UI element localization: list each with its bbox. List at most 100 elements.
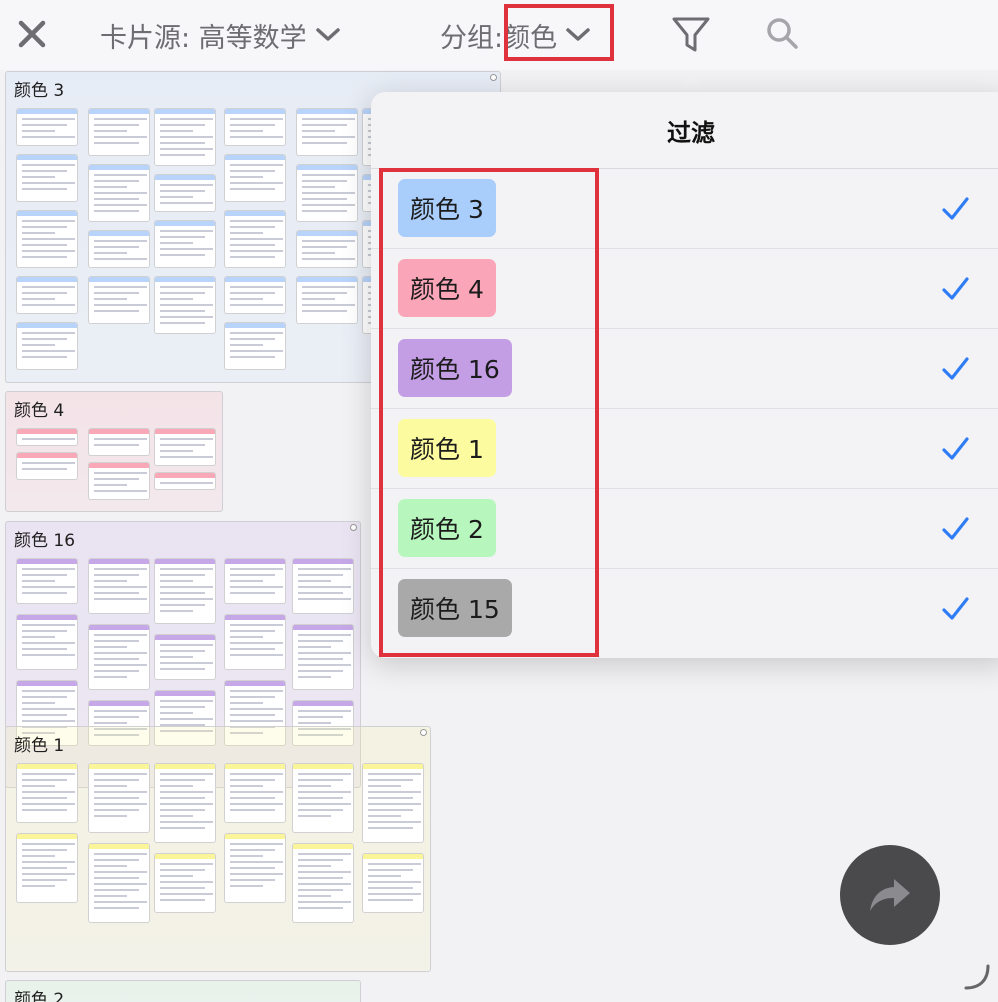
card-text-line: [94, 298, 127, 300]
card-text-line: [94, 292, 139, 294]
group-by-value-dropdown[interactable]: 颜色: [503, 16, 591, 55]
mini-card[interactable]: [224, 833, 286, 903]
filter-option-list: 颜色 3 颜色 4 颜色 16 颜色 1 颜色 2 颜色 15: [371, 169, 998, 649]
mini-card[interactable]: [88, 624, 150, 690]
card-text-line: [230, 630, 275, 632]
mini-card[interactable]: [224, 322, 286, 370]
mini-card[interactable]: [292, 624, 354, 690]
filter-option-color-15[interactable]: 颜色 15: [371, 569, 998, 649]
mini-card[interactable]: [88, 276, 150, 324]
card-color-bar: [89, 764, 149, 769]
card-text-line: [22, 232, 55, 234]
mini-card[interactable]: [16, 276, 78, 314]
card-color-bar: [17, 155, 77, 160]
mini-card[interactable]: [88, 108, 150, 156]
mini-card[interactable]: [362, 763, 424, 843]
card-text-line: [94, 598, 147, 600]
mini-card[interactable]: [224, 154, 286, 202]
mini-card[interactable]: [224, 558, 286, 604]
card-text-line: [230, 226, 275, 228]
mini-card[interactable]: [154, 174, 216, 212]
mini-card[interactable]: [292, 843, 354, 923]
filter-icon[interactable]: [670, 14, 712, 56]
share-button[interactable]: [840, 845, 940, 945]
mini-card[interactable]: [16, 558, 78, 604]
card-group-color-1[interactable]: 颜色 1: [5, 726, 431, 972]
mini-card[interactable]: [224, 276, 286, 314]
mini-card[interactable]: [88, 164, 150, 222]
card-group-color-4[interactable]: 颜色 4: [5, 391, 223, 512]
mini-card[interactable]: [224, 614, 286, 670]
card-text-line: [302, 118, 355, 120]
mini-card[interactable]: [154, 853, 216, 913]
mini-card[interactable]: [224, 108, 286, 146]
mini-card[interactable]: [16, 614, 78, 670]
card-text-line: [94, 853, 147, 855]
mini-card[interactable]: [16, 210, 78, 268]
mini-card[interactable]: [292, 763, 354, 833]
group-collapse-handle[interactable]: [490, 74, 497, 81]
card-text-line: [368, 821, 421, 823]
mini-card[interactable]: [154, 634, 216, 680]
resize-handle-icon[interactable]: [962, 962, 992, 992]
mini-card[interactable]: [16, 154, 78, 202]
mini-card[interactable]: [88, 428, 150, 456]
mini-card[interactable]: [154, 276, 216, 334]
mini-card[interactable]: [154, 472, 216, 490]
mini-card[interactable]: [296, 108, 358, 156]
card-text-line: [298, 809, 343, 811]
mini-card[interactable]: [16, 428, 78, 446]
mini-card[interactable]: [296, 230, 358, 268]
group-collapse-handle[interactable]: [420, 729, 427, 736]
mini-card[interactable]: [296, 164, 358, 222]
filter-option-color-3[interactable]: 颜色 3: [371, 169, 998, 249]
mini-card[interactable]: [154, 763, 216, 843]
filter-option-color-4[interactable]: 颜色 4: [371, 249, 998, 329]
mini-card[interactable]: [154, 220, 216, 268]
card-group-color-2[interactable]: 颜色 2: [5, 980, 361, 1002]
mini-card[interactable]: [88, 462, 150, 500]
mini-card[interactable]: [88, 843, 150, 923]
card-color-bar: [225, 681, 285, 686]
card-text-line: [22, 286, 75, 288]
mini-card[interactable]: [16, 833, 78, 903]
card-text-line: [160, 184, 213, 186]
mini-card[interactable]: [16, 763, 78, 823]
mini-card[interactable]: [88, 558, 150, 614]
card-text-line: [230, 304, 283, 306]
card-text-line: [94, 174, 147, 176]
filter-option-color-1[interactable]: 颜色 1: [371, 409, 998, 489]
mini-card[interactable]: [88, 230, 150, 268]
mini-card[interactable]: [88, 763, 150, 833]
card-text-line: [160, 700, 213, 702]
search-icon[interactable]: [763, 14, 801, 52]
checkmark-icon: [942, 517, 969, 540]
card-text-line: [230, 344, 263, 346]
mini-card[interactable]: [292, 558, 354, 614]
filter-option-color-2[interactable]: 颜色 2: [371, 489, 998, 569]
group-collapse-handle[interactable]: [350, 524, 357, 531]
close-icon[interactable]: [14, 16, 50, 52]
filter-option-color-16[interactable]: 颜色 16: [371, 329, 998, 409]
mini-card[interactable]: [224, 763, 286, 823]
card-source-selector[interactable]: 卡片源: 高等数学: [100, 14, 341, 56]
mini-card[interactable]: [16, 108, 78, 146]
mini-card[interactable]: [296, 276, 358, 324]
mini-card[interactable]: [154, 558, 216, 624]
mini-card[interactable]: [16, 452, 78, 480]
card-text-line: [22, 879, 67, 881]
card-color-bar: [225, 277, 285, 282]
card-text-line: [160, 785, 193, 787]
card-text-line: [160, 202, 213, 204]
mini-card[interactable]: [154, 428, 216, 466]
mini-card[interactable]: [362, 853, 424, 913]
card-text-line: [230, 803, 283, 805]
card-text-line: [298, 859, 343, 861]
card-source-label: 卡片源: 高等数学: [100, 22, 307, 54]
card-text-line: [230, 130, 263, 132]
mini-card[interactable]: [154, 108, 216, 166]
mini-card[interactable]: [224, 210, 286, 268]
mini-card[interactable]: [16, 322, 78, 370]
card-text-line: [22, 708, 75, 710]
card-text-line: [368, 791, 421, 793]
